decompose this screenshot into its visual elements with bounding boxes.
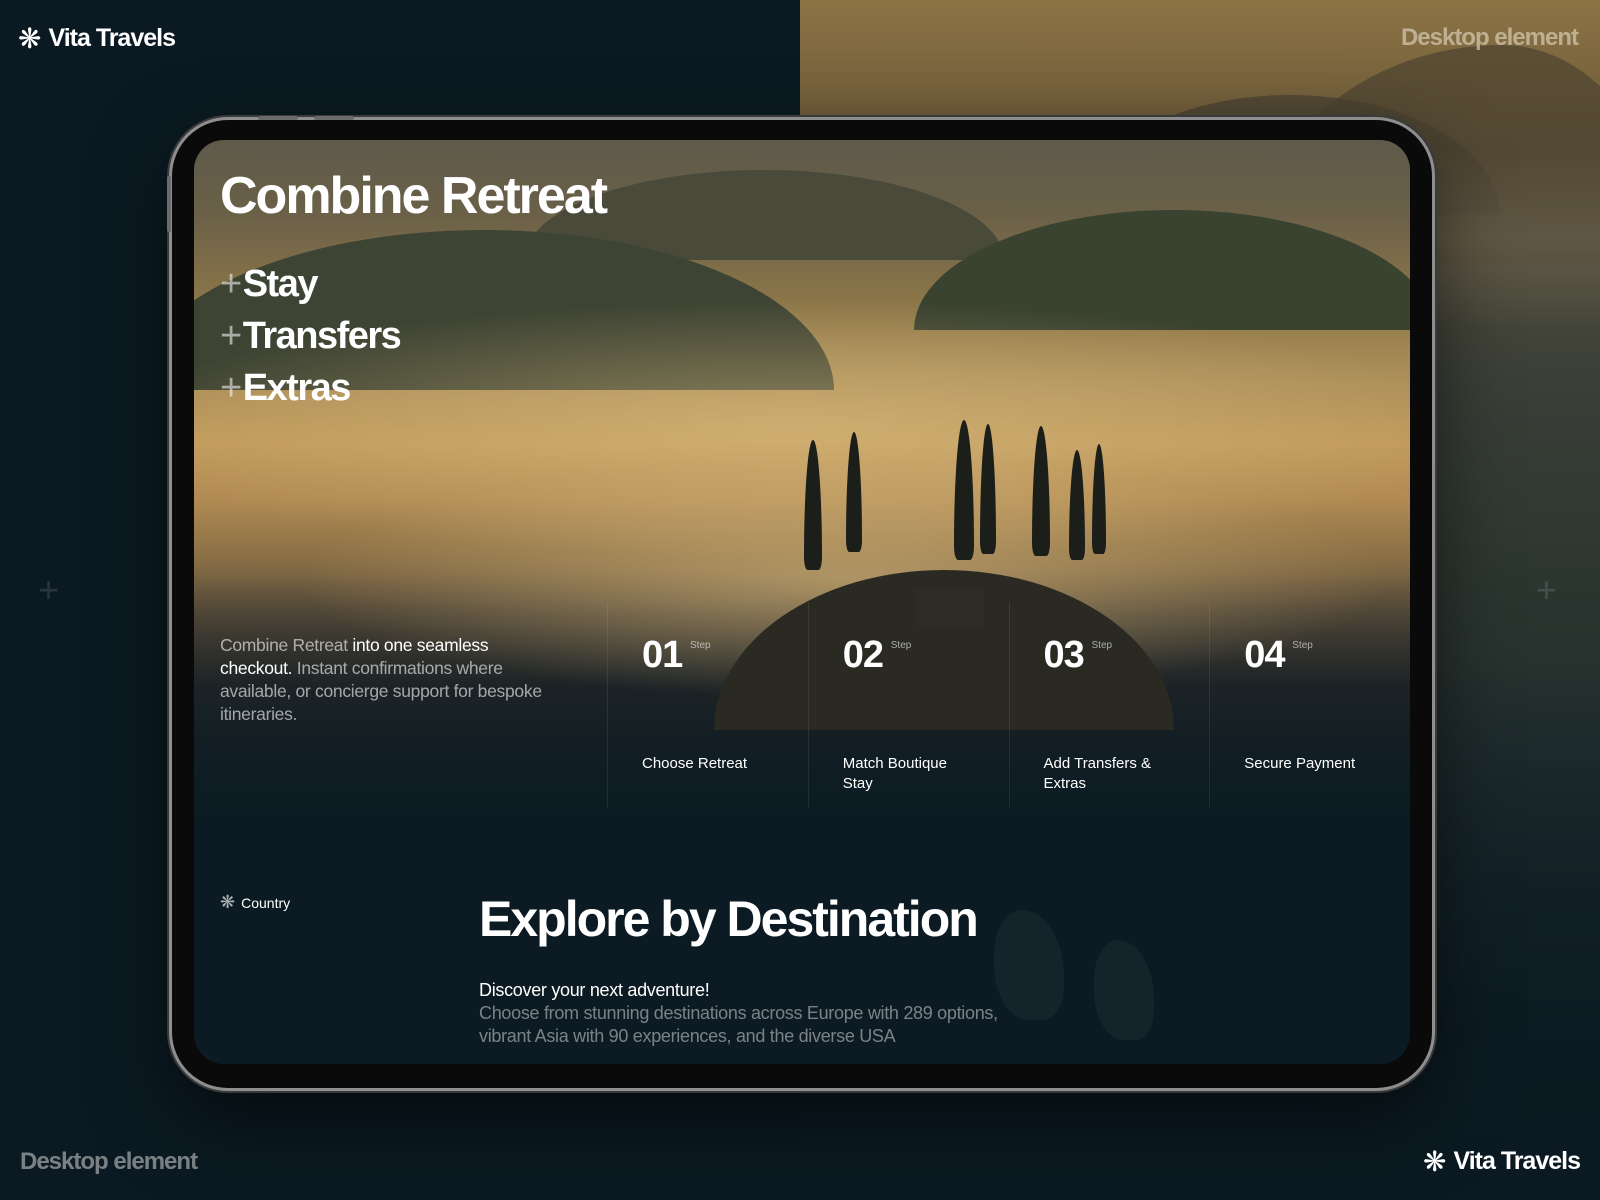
step-label: Choose Retreat bbox=[642, 755, 748, 772]
step-number: 01 bbox=[642, 634, 683, 676]
explore-subtitle: Discover your next adventure! bbox=[479, 980, 710, 1000]
step-card[interactable]: 01 Step Choose Retreat bbox=[607, 602, 808, 808]
step-label: Match Boutique Stay bbox=[842, 755, 947, 792]
brand-logo-top[interactable]: ❋ Vita Travels bbox=[18, 22, 176, 54]
brand-name: Vita Travels bbox=[48, 24, 176, 52]
combo-list: + Stay + Transfers + Extras bbox=[220, 258, 402, 414]
info-text-muted: Combine Retreat bbox=[220, 635, 353, 655]
combo-item-label: Extras bbox=[242, 367, 352, 409]
step-number: 04 bbox=[1244, 634, 1285, 676]
brand-name: Vita Travels bbox=[1453, 1147, 1581, 1175]
combo-item-transfers: + Transfers bbox=[220, 310, 402, 362]
plus-icon: + bbox=[220, 263, 242, 305]
combo-item-label: Stay bbox=[242, 263, 319, 305]
step-number: 02 bbox=[842, 634, 884, 676]
step-tag: Step bbox=[890, 640, 912, 651]
tablet-button bbox=[167, 176, 171, 232]
tablet-button bbox=[258, 116, 298, 120]
tablet-device: Combine Retreat + Stay + Transfers + Ext… bbox=[167, 116, 1432, 1088]
map-silhouette bbox=[994, 910, 1064, 1020]
plus-decor-icon: + bbox=[38, 569, 60, 610]
country-tag: ❋ Country bbox=[220, 892, 290, 913]
corner-label-top: Desktop element bbox=[1400, 24, 1579, 51]
combo-item-stay: + Stay bbox=[220, 258, 400, 310]
plus-decor-icon: + bbox=[1536, 569, 1558, 610]
info-paragraph: Combine Retreat into one seamless checko… bbox=[220, 634, 550, 726]
step-card[interactable]: 02 Step Match Boutique Stay bbox=[807, 602, 1009, 808]
step-card[interactable]: 04 Step Secure Payment bbox=[1209, 602, 1410, 808]
tablet-button bbox=[314, 116, 354, 120]
snowflake-icon: ❋ bbox=[220, 892, 236, 912]
plus-icon: + bbox=[220, 367, 242, 409]
step-tag: Step bbox=[1091, 640, 1113, 651]
step-card[interactable]: 03 Step Add Transfers & Extras bbox=[1008, 602, 1210, 808]
step-number: 03 bbox=[1043, 634, 1085, 676]
snowflake-icon: ❋ bbox=[18, 22, 41, 54]
step-label: Secure Payment bbox=[1244, 755, 1356, 772]
corner-label-bottom: Desktop element bbox=[20, 1148, 198, 1175]
combo-item-label: Transfers bbox=[242, 315, 402, 357]
country-tag-label: Country bbox=[241, 894, 291, 911]
explore-title: Explore by Destination bbox=[479, 891, 979, 947]
steps-row: 01 Step Choose Retreat 02 Step Match Bou… bbox=[607, 602, 1410, 808]
explore-description: Choose from stunning destinations across… bbox=[479, 1003, 998, 1046]
step-tag: Step bbox=[690, 640, 711, 651]
snowflake-icon: ❋ bbox=[1423, 1145, 1446, 1177]
step-tag: Step bbox=[1292, 640, 1313, 651]
tablet-screen: Combine Retreat + Stay + Transfers + Ext… bbox=[194, 140, 1410, 1064]
step-label: Add Transfers & Extras bbox=[1043, 755, 1152, 792]
map-silhouette bbox=[1094, 940, 1154, 1040]
hero-title: Combine Retreat bbox=[220, 167, 608, 225]
brand-logo-bottom[interactable]: ❋ Vita Travels bbox=[1423, 1145, 1581, 1177]
plus-icon: + bbox=[220, 315, 242, 357]
combo-item-extras: + Extras bbox=[220, 362, 400, 414]
